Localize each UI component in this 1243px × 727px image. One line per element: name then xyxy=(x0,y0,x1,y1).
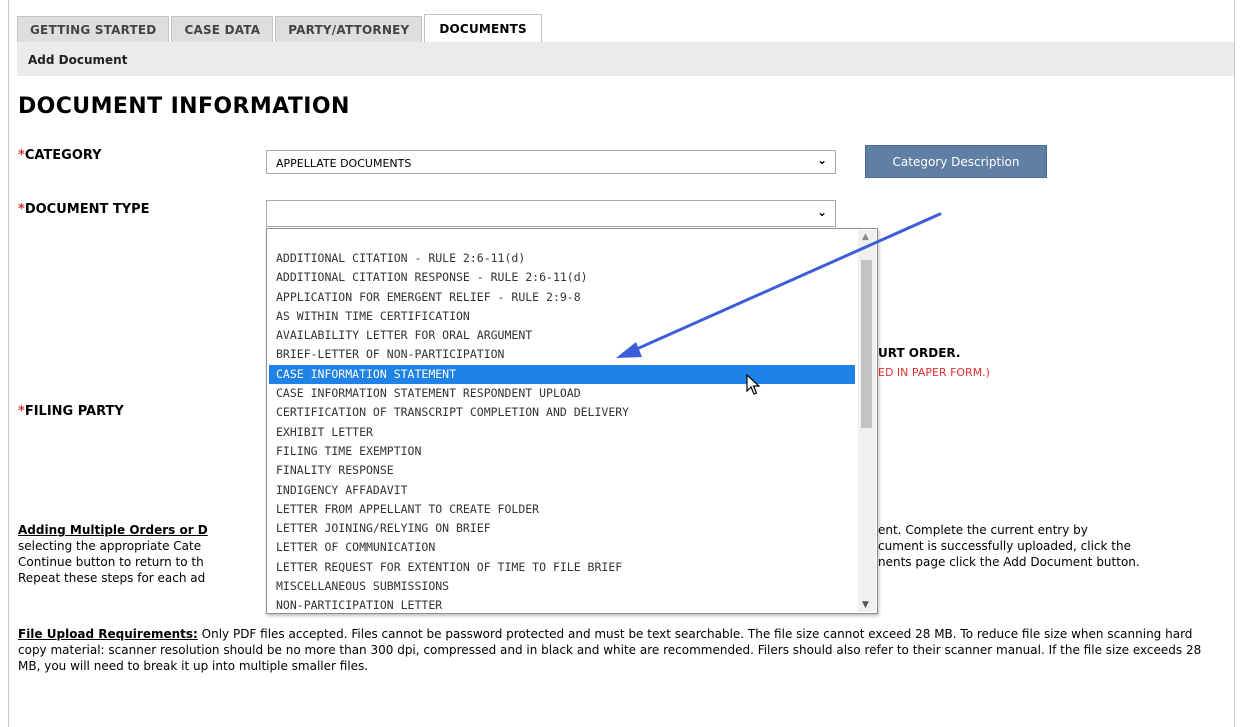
annotation-arrow-icon xyxy=(616,212,942,358)
